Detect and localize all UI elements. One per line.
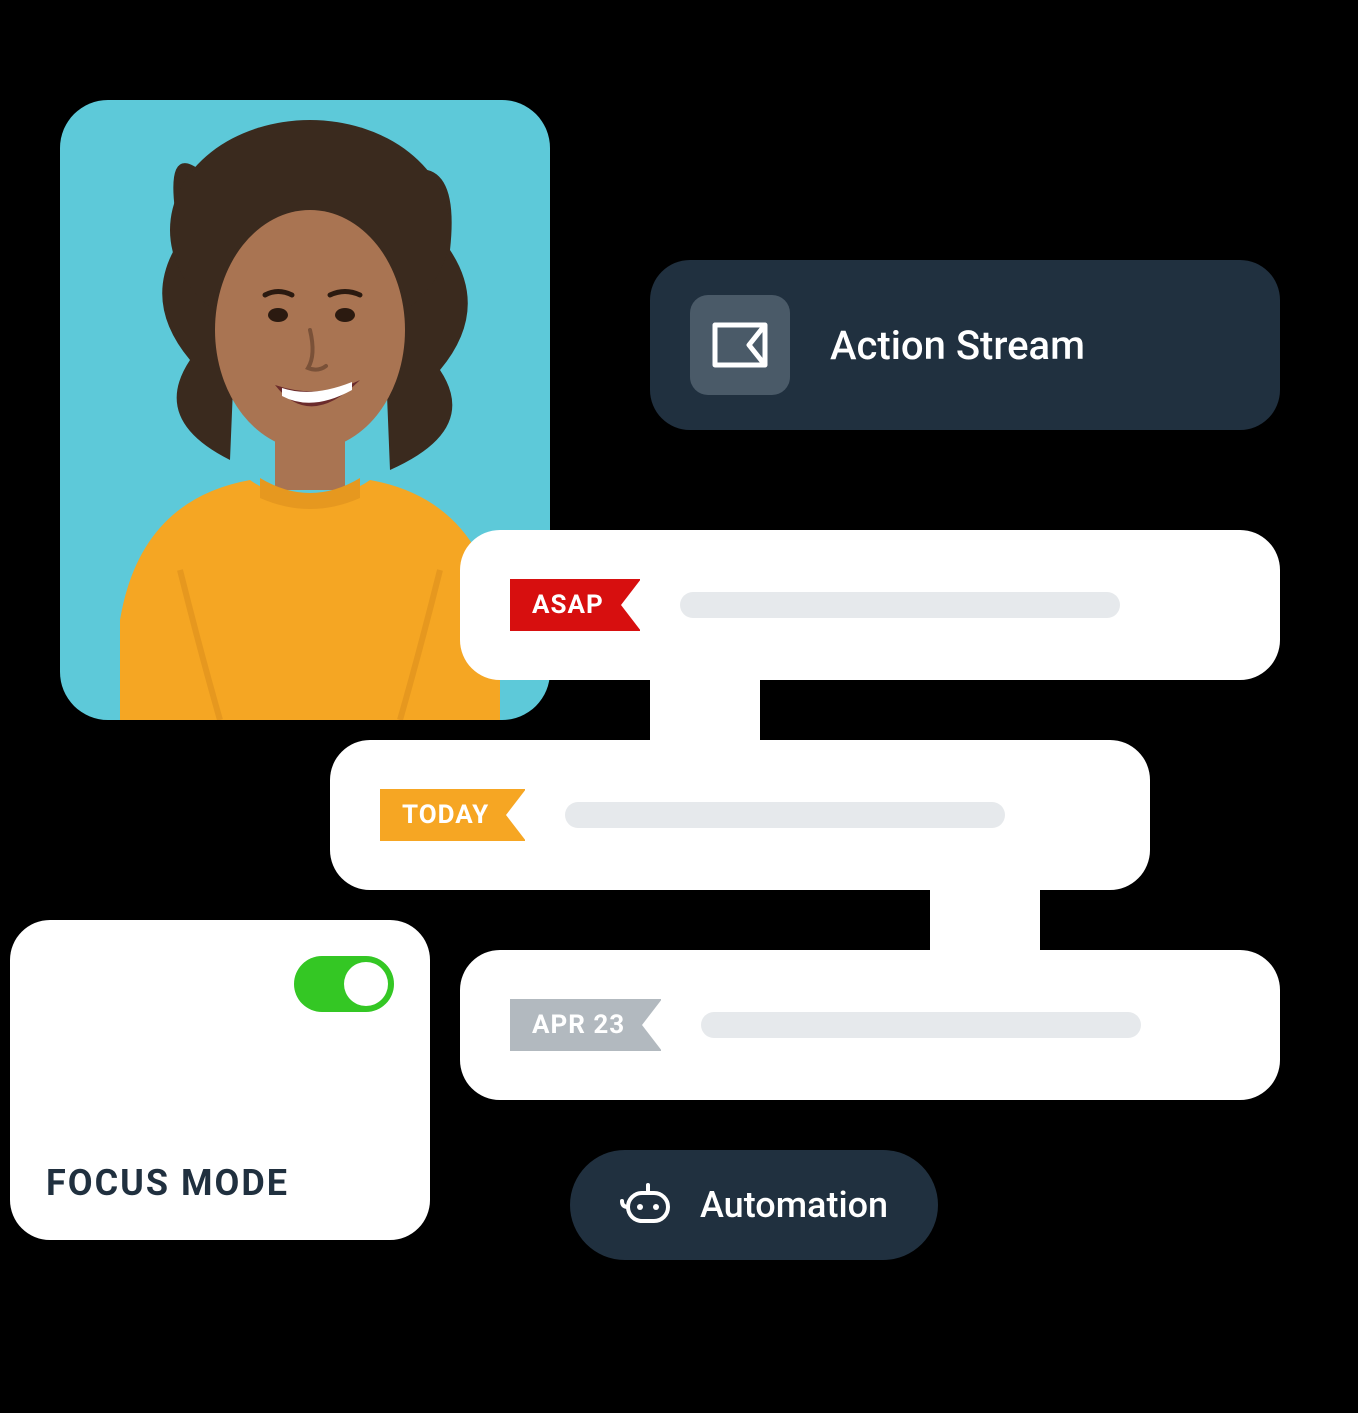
focus-mode-label: FOCUS MODE <box>46 1162 394 1204</box>
priority-flag-today: TODAY <box>380 789 525 841</box>
stream-item-today[interactable]: TODAY <box>330 740 1150 890</box>
stream-item-date[interactable]: APR 23 <box>460 950 1280 1100</box>
priority-flag-date: APR 23 <box>510 999 661 1051</box>
automation-label: Automation <box>700 1184 888 1226</box>
priority-flag-label: ASAP <box>532 590 604 620</box>
automation-pill[interactable]: Automation <box>570 1150 938 1260</box>
action-stream-title: Action Stream <box>830 322 1085 369</box>
focus-mode-card: FOCUS MODE <box>10 920 430 1240</box>
priority-flag-label: TODAY <box>402 800 489 830</box>
focus-mode-toggle[interactable] <box>294 956 394 1012</box>
priority-flag-asap: ASAP <box>510 579 640 631</box>
task-title-placeholder <box>565 802 1005 828</box>
action-stream-card[interactable]: Action Stream <box>650 260 1280 430</box>
toggle-knob <box>344 962 388 1006</box>
action-stream-icon <box>690 295 790 395</box>
task-title-placeholder <box>701 1012 1141 1038</box>
priority-flag-label: APR 23 <box>532 1010 625 1040</box>
robot-icon <box>620 1183 672 1227</box>
stream-item-asap[interactable]: ASAP <box>460 530 1280 680</box>
task-title-placeholder <box>680 592 1120 618</box>
